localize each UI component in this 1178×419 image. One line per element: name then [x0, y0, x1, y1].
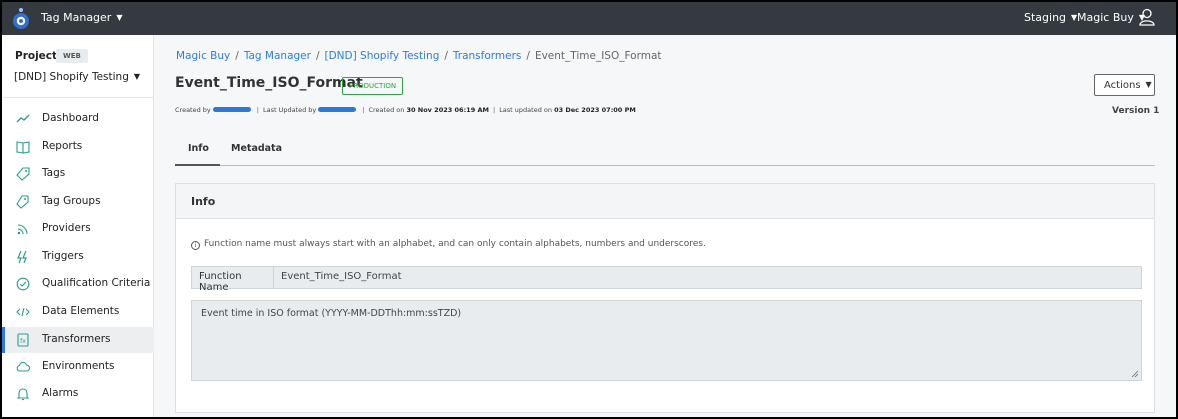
meta-line: Created by | Last Updated by | Created on 30… [175, 106, 636, 114]
page-title: Event_Time_ISO_Format [175, 75, 363, 91]
breadcrumb-link[interactable]: Tag Manager [244, 50, 311, 62]
caret-down-icon: ▼ [133, 72, 141, 81]
description-text: Event time in ISO format (YYYY-MM-DDThh:… [201, 308, 462, 319]
sidebar-item-triggers[interactable]: Triggers [2, 244, 154, 270]
sidebar-divider [2, 97, 154, 98]
project-selector[interactable]: [DND] Shopify Testing ▼ [14, 71, 140, 83]
created-on-label: Created on [368, 106, 405, 114]
tag-manager-logo-icon[interactable] [11, 7, 31, 31]
caret-down-icon: ▼ [116, 13, 123, 22]
lightning-icon [17, 250, 27, 264]
tags-icon [16, 195, 29, 209]
hint-text: Function name must always start with an … [204, 239, 706, 249]
tag-icon [16, 167, 30, 181]
sidebar-item-label: Alarms [42, 387, 79, 399]
last-updated-by-label: Last Updated by [262, 106, 317, 114]
description-textarea[interactable]: Event time in ISO format (YYYY-MM-DDThh:… [191, 300, 1142, 381]
sidebar-item-label: Dashboard [42, 112, 99, 124]
sidebar-item-tag-groups[interactable]: Tag Groups [2, 189, 154, 215]
book-icon [16, 141, 30, 154]
sidebar-item-providers[interactable]: Providers [2, 216, 154, 242]
breadcrumb-separator: / [315, 50, 320, 62]
last-updated-on-value: 03 Dec 2023 07:00 PM [554, 106, 636, 114]
bell-icon [16, 388, 30, 401]
cloud-icon [16, 361, 30, 372]
breadcrumb-link[interactable]: [DND] Shopify Testing [325, 50, 440, 62]
top-navbar: Tag Manager ▼ Staging ▼ Magic Buy ▼ [2, 2, 1176, 35]
sidebar-item-environments[interactable]: Environments [2, 354, 154, 380]
project-name: [DND] Shopify Testing [14, 71, 129, 83]
tab-info[interactable]: Info [175, 143, 220, 166]
created-by-label: Created by [175, 106, 211, 114]
breadcrumb: Magic Buy / Tag Manager / [DND] Shopify Test… [176, 50, 662, 62]
sidebar-item-label: Tag Groups [42, 195, 101, 207]
code-icon [16, 307, 30, 317]
breadcrumb-link[interactable]: Transformers [453, 50, 521, 62]
organization-switcher[interactable]: Magic Buy ▼ [1077, 11, 1145, 24]
info-icon: i [191, 241, 200, 250]
caret-down-icon: ▼ [1145, 80, 1152, 89]
sidebar-item-label: Triggers [42, 250, 84, 262]
environment-label: Staging [1024, 11, 1067, 24]
function-name-input[interactable]: Event_Time_ISO_Format [281, 271, 402, 282]
signal-icon [17, 224, 28, 235]
breadcrumb-separator: / [235, 50, 239, 62]
redacted-mark [318, 107, 357, 112]
info-panel-heading: Info [176, 184, 1154, 219]
status-badge: PRODUCTION [342, 77, 404, 95]
sidebar-item-label: Qualification Criteria [42, 277, 151, 289]
user-icon[interactable] [1139, 8, 1155, 26]
check-circle-icon [16, 277, 30, 291]
sidebar-item-tags[interactable]: Tags [2, 161, 154, 187]
tab-metadata[interactable]: Metadata [231, 143, 282, 163]
sidebar-item-reports[interactable]: Reports [2, 134, 154, 160]
breadcrumb-current: Event_Time_ISO_Format [534, 50, 662, 62]
environment-switcher[interactable]: Staging ▼ [1024, 11, 1077, 24]
sidebar-item-label: Reports [42, 140, 83, 152]
sidebar-item-label: Data Elements [42, 305, 120, 317]
sidebar-item-transformers[interactable]: fx Transformers [2, 327, 154, 353]
last-updated-on-label: Last updated on [499, 106, 552, 114]
actions-label: Actions [1104, 80, 1141, 91]
function-name-hint: i Function name must always start with an… [191, 239, 706, 250]
redacted-mark [212, 107, 251, 112]
info-panel: Info i Function name must always start wi… [175, 183, 1155, 413]
app-switcher[interactable]: Tag Manager ▼ [41, 11, 123, 24]
tab-bar: Info Metadata [175, 141, 1155, 166]
actions-button[interactable]: Actions ▼ [1094, 74, 1155, 96]
app-frame: Tag Manager ▼ Staging ▼ Magic Buy ▼ Project… [2, 2, 1176, 417]
platform-badge: WEB [56, 49, 88, 63]
breadcrumb-separator: / [444, 50, 448, 62]
sidebar-item-data-elements[interactable]: Data Elements [2, 299, 154, 325]
organization-label: Magic Buy [1077, 11, 1134, 24]
sidebar-item-label: Tags [42, 167, 66, 179]
sidebar-item-label: Environments [42, 360, 115, 372]
project-label: Project [15, 50, 58, 62]
sidebar-item-dashboard[interactable]: Dashboard [2, 106, 154, 132]
function-name-field: Function Name Event_Time_ISO_Format [191, 266, 1142, 293]
sidebar-item-label: Transformers [42, 333, 111, 345]
sidebar-item-alarms[interactable]: Alarms [2, 381, 154, 407]
app-name: Tag Manager [41, 11, 112, 24]
transform-icon: fx [17, 333, 29, 347]
version-label: Version 1 [1112, 106, 1160, 116]
function-name-label: Function Name [192, 267, 274, 293]
sidebar: Project WEB [DND] Shopify Testing ▼ Dashb… [2, 35, 154, 417]
svg-text:fx: fx [20, 338, 26, 345]
line-chart-icon [16, 114, 30, 123]
created-on-value: 30 Nov 2023 06:19 AM [406, 106, 489, 114]
resize-grip-icon[interactable] [1131, 370, 1139, 378]
sidebar-item-label: Providers [42, 222, 91, 234]
breadcrumb-separator: / [526, 50, 530, 62]
sidebar-item-qualification-criteria[interactable]: Qualification Criteria [2, 271, 154, 297]
breadcrumb-link[interactable]: Magic Buy [176, 50, 230, 62]
